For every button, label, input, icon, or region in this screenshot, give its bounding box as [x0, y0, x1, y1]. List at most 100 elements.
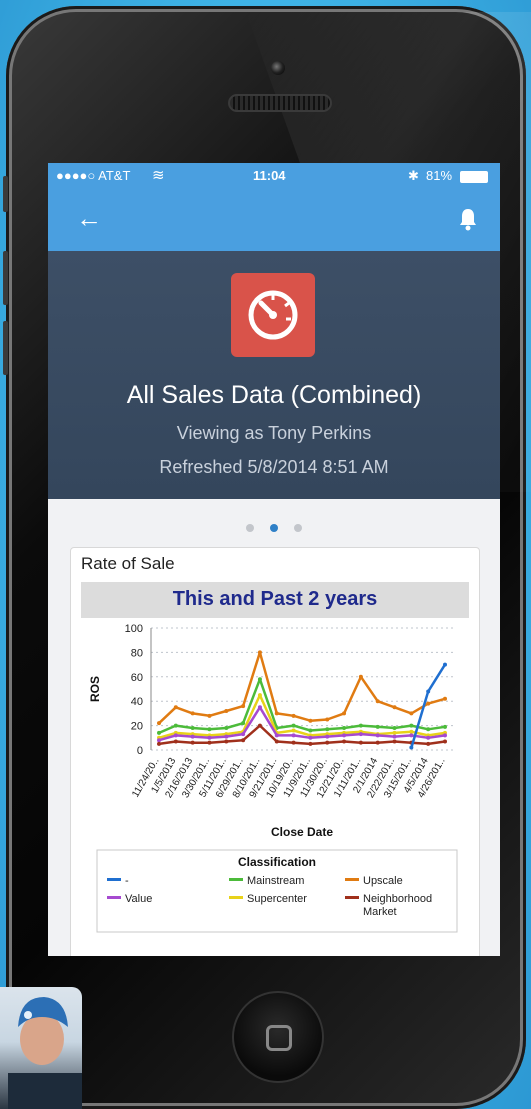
data-point	[190, 711, 195, 716]
data-point	[224, 734, 229, 739]
bell-icon[interactable]	[458, 207, 478, 231]
legend-swatch	[345, 878, 359, 881]
x-axis-title: Close Date	[271, 825, 333, 839]
legend-swatch	[107, 896, 121, 899]
data-point	[190, 734, 195, 739]
clock: 11:04	[253, 168, 286, 183]
data-point	[358, 732, 363, 737]
y-tick-label: 40	[131, 696, 143, 708]
data-point	[157, 721, 161, 726]
volume-down-button	[3, 321, 8, 375]
chart-title-band: This and Past 2 years	[81, 582, 469, 618]
series-line	[158, 651, 446, 725]
data-point	[392, 705, 397, 710]
data-point	[207, 740, 212, 745]
carrier-signal: ●●●●○ AT&T	[56, 168, 131, 183]
data-point	[257, 693, 262, 698]
data-point	[409, 729, 414, 734]
data-point	[173, 739, 178, 744]
data-point	[257, 705, 262, 710]
front-camera-icon	[271, 61, 285, 75]
page-dot-1[interactable]	[246, 524, 254, 532]
data-point	[257, 723, 262, 728]
nav-bar: ←	[48, 189, 500, 251]
status-bar: ●●●●○ AT&T ≋ 11:04 ✱ 81%	[48, 163, 500, 189]
data-point	[241, 738, 246, 743]
y-tick-label: 60	[131, 672, 143, 684]
y-tick-label: 20	[131, 721, 143, 733]
data-point	[358, 740, 363, 745]
speedometer-icon	[231, 273, 315, 357]
page-indicator[interactable]	[48, 519, 500, 537]
series-line	[158, 677, 446, 735]
data-point	[224, 739, 229, 744]
legend-entry: Supercenter	[247, 893, 307, 905]
data-point	[392, 734, 397, 739]
data-point	[426, 689, 431, 694]
viewing-as-text: Viewing as Tony Perkins	[176, 423, 372, 443]
dashboard-header: All Sales Data (Combined) Viewing as Ton…	[48, 251, 500, 499]
y-tick-label: 0	[137, 745, 143, 757]
data-point	[409, 723, 414, 728]
data-point	[342, 739, 347, 744]
data-point	[224, 726, 229, 731]
content-area: Rate of Sale This and Past 2 years 0 20 40…	[48, 499, 500, 956]
data-point	[207, 735, 212, 740]
data-point	[342, 733, 347, 738]
volume-up-button	[3, 251, 8, 305]
legend-swatch	[107, 878, 121, 881]
data-point	[426, 735, 431, 740]
legend-entry: -	[125, 875, 129, 887]
data-point	[375, 740, 380, 745]
data-point	[274, 711, 279, 716]
y-axis-title: ROS	[88, 676, 102, 702]
data-point	[392, 739, 397, 744]
data-point	[426, 741, 431, 746]
data-point	[308, 728, 313, 733]
data-point	[207, 727, 212, 732]
data-point	[291, 713, 296, 718]
data-point	[443, 739, 447, 744]
page-dot-2[interactable]	[270, 524, 278, 532]
data-point	[291, 740, 296, 745]
data-point	[358, 723, 363, 728]
y-tick-label: 80	[131, 647, 143, 659]
data-point	[274, 739, 279, 744]
data-point	[325, 734, 330, 739]
refreshed-text: Refreshed 5/8/2014 8:51 AM	[159, 457, 389, 477]
data-point	[443, 696, 447, 701]
back-arrow-icon[interactable]: ←	[76, 205, 102, 231]
data-point	[257, 677, 262, 682]
data-point	[426, 701, 431, 706]
bluetooth-icon: ✱	[408, 168, 419, 183]
data-point	[241, 704, 246, 709]
data-point	[426, 727, 431, 732]
presenter-avatar	[0, 987, 82, 1109]
data-point	[308, 718, 313, 723]
legend-entry: Mainstream	[247, 875, 304, 887]
data-point	[157, 738, 161, 743]
chart-card[interactable]: Rate of Sale This and Past 2 years 0 20 40…	[70, 547, 480, 956]
data-point	[325, 740, 330, 745]
data-point	[190, 726, 195, 731]
home-button[interactable]	[232, 991, 324, 1083]
data-point	[241, 732, 246, 737]
data-point	[409, 733, 414, 738]
wifi-icon: ≋	[152, 167, 165, 184]
legend-swatch	[345, 896, 359, 899]
data-point	[157, 730, 161, 735]
legend-swatch	[229, 896, 243, 899]
y-tick-label: 100	[125, 623, 143, 635]
data-point	[308, 741, 313, 746]
data-point	[375, 733, 380, 738]
data-point	[409, 711, 414, 716]
data-point	[325, 727, 330, 732]
data-point	[443, 662, 447, 667]
data-point	[409, 745, 414, 750]
data-point	[375, 724, 380, 729]
legend-entry: Upscale	[363, 875, 403, 887]
chart-title: This and Past 2 years	[172, 588, 378, 610]
data-point	[443, 724, 447, 729]
page-dot-3[interactable]	[294, 524, 302, 532]
data-point	[392, 730, 397, 735]
